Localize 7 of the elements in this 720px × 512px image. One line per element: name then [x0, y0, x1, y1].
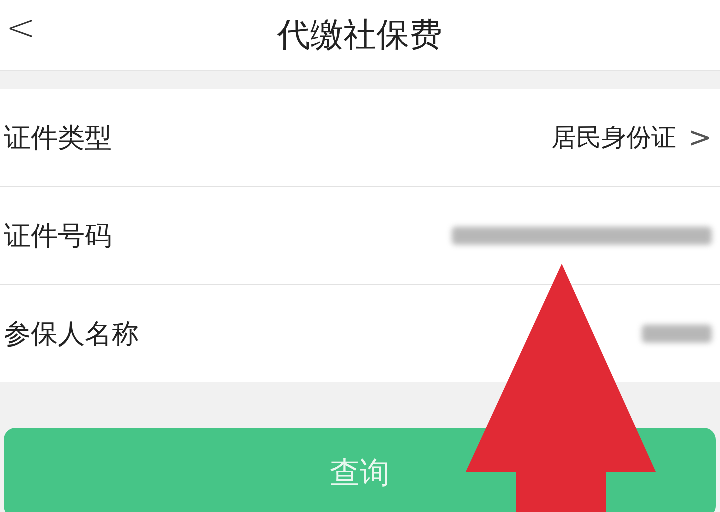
field-label: 参保人名称 [4, 318, 139, 352]
field-label: 证件号码 [4, 220, 112, 254]
blurred-value [642, 324, 712, 342]
field-label: 证件类型 [4, 122, 112, 156]
page-title: 代缴社保费 [278, 14, 442, 56]
select-field[interactable]: 居民身份证 > [552, 121, 712, 154]
back-button[interactable]: < [6, 8, 36, 49]
